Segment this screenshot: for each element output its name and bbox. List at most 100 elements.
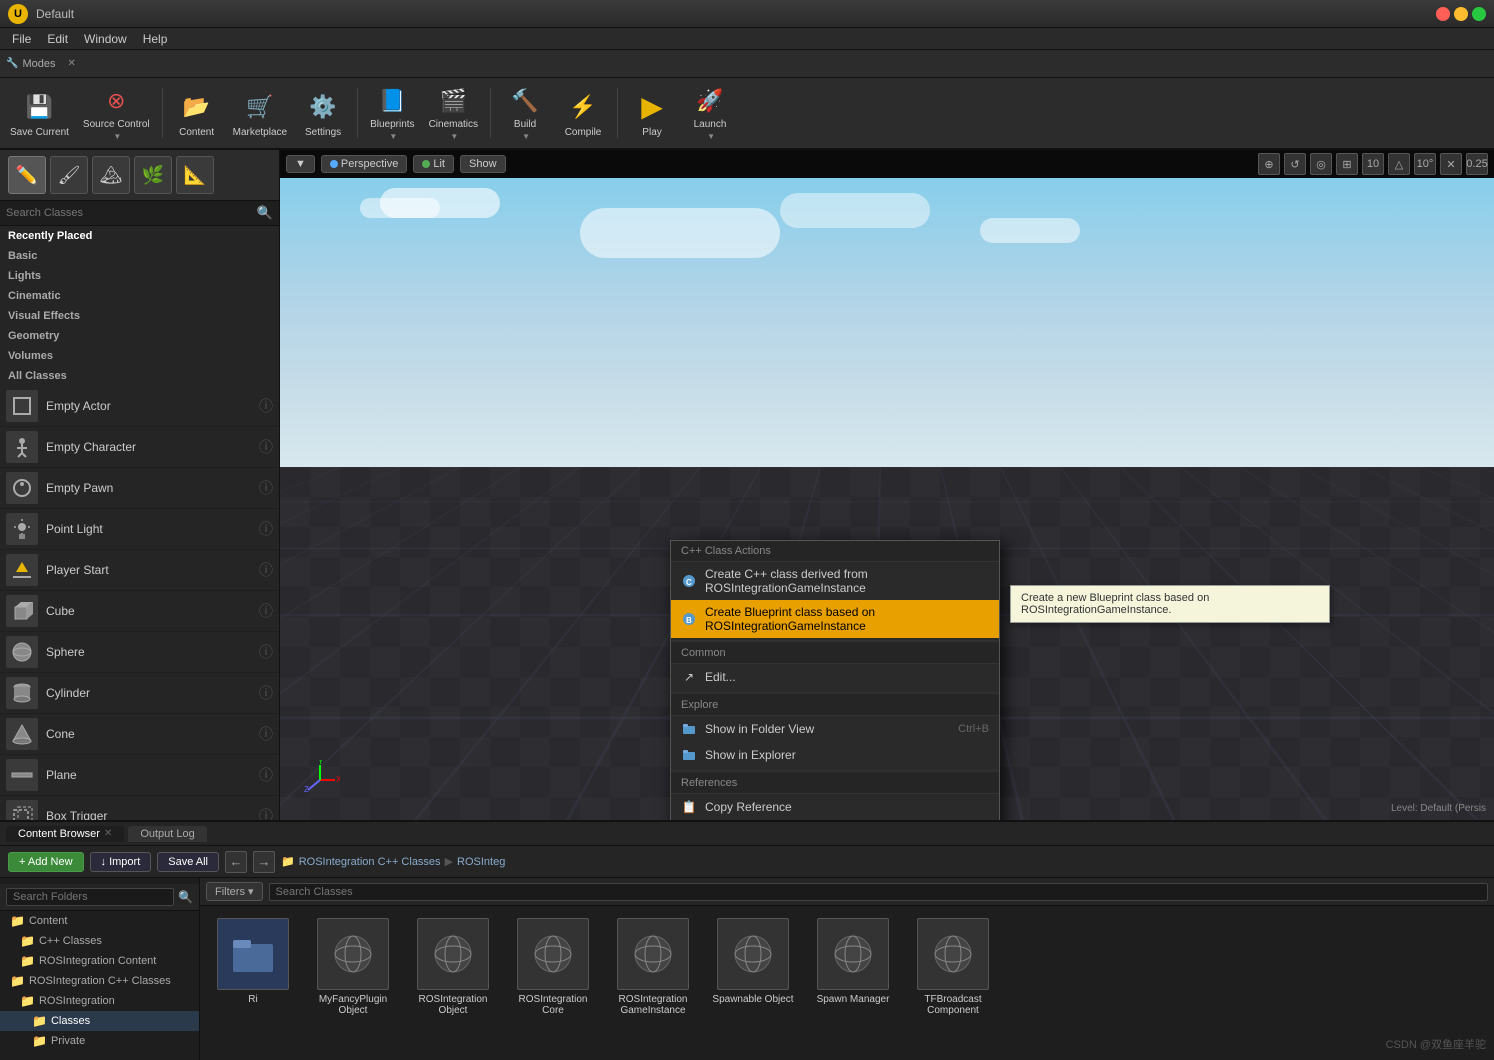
filter-button[interactable]: Filters ▾ <box>206 882 263 901</box>
actor-cylinder[interactable]: Cylinder ⓘ <box>0 673 279 714</box>
category-lights[interactable]: Lights <box>0 266 279 286</box>
mode-landscape[interactable]: 🏔 <box>92 156 130 194</box>
save-all-button[interactable]: Save All <box>157 852 219 872</box>
toolbar-launch[interactable]: 🚀 Launch ▼ <box>682 81 738 145</box>
ctx-show-explorer[interactable]: Show in Explorer <box>671 742 999 768</box>
category-basic[interactable]: Basic <box>0 246 279 266</box>
actor-info-sphere[interactable]: ⓘ <box>259 642 273 662</box>
menu-edit[interactable]: Edit <box>39 30 76 48</box>
actor-empty-actor[interactable]: Empty Actor ⓘ <box>0 386 279 427</box>
toolbar-save-current[interactable]: 💾 Save Current <box>4 81 75 145</box>
category-cinematic[interactable]: Cinematic <box>0 286 279 306</box>
folder-ros-content[interactable]: 📁 ROSIntegration Content <box>0 951 199 971</box>
actor-info-player-start[interactable]: ⓘ <box>259 560 273 580</box>
asset-rosintegration-gameinstance[interactable]: ROSIntegration GameInstance <box>608 914 698 1020</box>
actor-point-light[interactable]: Point Light ⓘ <box>0 509 279 550</box>
asset-spawnable-object[interactable]: Spawnable Object <box>708 914 798 1020</box>
vp-ctrl-5[interactable]: ✕ <box>1440 153 1462 175</box>
category-geometry[interactable]: Geometry <box>0 326 279 346</box>
toolbar-build[interactable]: 🔨 Build ▼ <box>497 81 553 145</box>
vp-ctrl-2[interactable]: ↺ <box>1284 153 1306 175</box>
asset-tfbroadcast-component[interactable]: TFBroadcast Component <box>908 914 998 1020</box>
toolbar-source-control[interactable]: ⊗ Source Control ▼ <box>77 81 156 145</box>
actor-cube[interactable]: Cube ⓘ <box>0 591 279 632</box>
vp-dropdown-btn[interactable]: ▼ <box>286 155 315 173</box>
vp-scale[interactable]: 0.25 <box>1466 153 1488 175</box>
category-recently-placed[interactable]: Recently Placed <box>0 226 279 246</box>
asset-folder-ri[interactable]: Ri <box>208 914 298 1020</box>
toolbar-blueprints[interactable]: 📘 Blueprints ▼ <box>364 81 420 145</box>
vp-ctrl-3[interactable]: ◎ <box>1310 153 1332 175</box>
nav-forward-button[interactable]: → <box>253 851 275 873</box>
vp-ctrl-1[interactable]: ⊕ <box>1258 153 1280 175</box>
search-classes-input[interactable] <box>6 207 257 219</box>
actor-info-empty-character[interactable]: ⓘ <box>259 437 273 457</box>
category-volumes[interactable]: Volumes <box>0 346 279 366</box>
mode-paint[interactable]: 🖌 <box>50 156 88 194</box>
folder-classes[interactable]: 📁 Classes <box>0 1011 199 1031</box>
actor-cone[interactable]: Cone ⓘ <box>0 714 279 755</box>
ctx-create-cpp[interactable]: C Create C++ class derived from ROSInteg… <box>671 562 999 600</box>
folder-content[interactable]: 📁 Content <box>0 911 199 931</box>
mode-foliage[interactable]: 🌿 <box>134 156 172 194</box>
actor-empty-pawn[interactable]: Empty Pawn ⓘ <box>0 468 279 509</box>
tab-content-browser[interactable]: Content Browser ✕ <box>6 826 124 842</box>
actor-info-empty-actor[interactable]: ⓘ <box>259 396 273 416</box>
mode-place[interactable]: ✏️ <box>8 156 46 194</box>
folder-search-input[interactable] <box>6 888 174 906</box>
cb-search-input[interactable] <box>269 883 1488 901</box>
mode-geometry[interactable]: 📐 <box>176 156 214 194</box>
actor-player-start[interactable]: Player Start ⓘ <box>0 550 279 591</box>
tab-output-log[interactable]: Output Log <box>128 826 206 842</box>
actor-empty-character[interactable]: Empty Character ⓘ <box>0 427 279 468</box>
menu-window[interactable]: Window <box>76 30 135 48</box>
cb-path-root[interactable]: ROSIntegration C++ Classes <box>299 856 441 868</box>
toolbar-cinematics[interactable]: 🎬 Cinematics ▼ <box>423 81 484 145</box>
vp-ctrl-4[interactable]: ⊞ <box>1336 153 1358 175</box>
folder-ros-cpp[interactable]: 📁 ROSIntegration C++ Classes <box>0 971 199 991</box>
asset-myfancyplugin[interactable]: MyFancyPlugin Object <box>308 914 398 1020</box>
ctx-edit[interactable]: ↗ Edit... <box>671 664 999 690</box>
actor-info-empty-pawn[interactable]: ⓘ <box>259 478 273 498</box>
search-icon[interactable]: 🔍 <box>257 205 273 221</box>
cb-path-sub[interactable]: ROSInteg <box>457 856 505 868</box>
ctx-copy-ref[interactable]: 📋 Copy Reference <box>671 794 999 820</box>
nav-back-button[interactable]: ← <box>225 851 247 873</box>
folder-ros-integration[interactable]: 📁 ROSIntegration <box>0 991 199 1011</box>
vp-lit-btn[interactable]: Lit <box>413 155 454 173</box>
category-visual-effects[interactable]: Visual Effects <box>0 306 279 326</box>
vp-triangle[interactable]: △ <box>1388 153 1410 175</box>
tab-content-browser-close[interactable]: ✕ <box>104 828 112 839</box>
ctx-create-blueprint[interactable]: B Create Blueprint class based on ROSInt… <box>671 600 999 638</box>
actor-plane[interactable]: Plane ⓘ <box>0 755 279 796</box>
viewport[interactable]: ▼ Perspective Lit Show ⊕ ↺ ◎ ⊞ 10 △ 10° … <box>280 150 1494 820</box>
toolbar-marketplace[interactable]: 🛒 Marketplace <box>227 81 293 145</box>
folder-cpp-classes[interactable]: 📁 C++ Classes <box>0 931 199 951</box>
actor-info-cone[interactable]: ⓘ <box>259 724 273 744</box>
import-button[interactable]: ↓ Import <box>90 852 152 872</box>
actor-info-box-trigger[interactable]: ⓘ <box>259 806 273 820</box>
vp-angle[interactable]: 10° <box>1414 153 1436 175</box>
minimize-button[interactable] <box>1454 7 1468 21</box>
category-all-classes[interactable]: All Classes <box>0 366 279 386</box>
actor-sphere[interactable]: Sphere ⓘ <box>0 632 279 673</box>
menu-file[interactable]: File <box>4 30 39 48</box>
asset-rosintegration-object[interactable]: ROSIntegration Object <box>408 914 498 1020</box>
toolbar-play[interactable]: ▶ Play <box>624 81 680 145</box>
maximize-button[interactable] <box>1472 7 1486 21</box>
ctx-show-folder[interactable]: Show in Folder View Ctrl+B <box>671 716 999 742</box>
folder-private[interactable]: 📁 Private <box>0 1031 199 1051</box>
vp-speed[interactable]: 10 <box>1362 153 1384 175</box>
menu-help[interactable]: Help <box>135 30 176 48</box>
add-new-button[interactable]: + Add New <box>8 852 84 872</box>
actor-info-point-light[interactable]: ⓘ <box>259 519 273 539</box>
actor-box-trigger[interactable]: Box Trigger ⓘ <box>0 796 279 820</box>
actor-info-plane[interactable]: ⓘ <box>259 765 273 785</box>
asset-spawn-manager[interactable]: Spawn Manager <box>808 914 898 1020</box>
modes-close[interactable]: ✕ <box>67 58 75 69</box>
vp-show-btn[interactable]: Show <box>460 155 506 173</box>
asset-rosintegration-core[interactable]: ROSIntegration Core <box>508 914 598 1020</box>
folder-search-icon[interactable]: 🔍 <box>178 890 193 904</box>
actor-info-cube[interactable]: ⓘ <box>259 601 273 621</box>
close-button[interactable] <box>1436 7 1450 21</box>
